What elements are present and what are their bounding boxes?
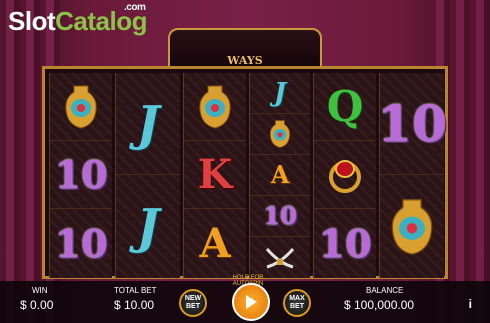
symbol-j: J [136,198,160,255]
logo-com: .com [124,2,146,13]
ruby-ring-icon [329,159,361,193]
max-bet-button[interactable]: MAX BET [283,289,311,317]
crossed-swords-icon [265,247,295,268]
symbol-a: A [250,155,310,196]
info-button[interactable]: i [469,297,472,311]
reel-1: 10 10 [49,73,112,278]
swords-symbol [250,237,310,278]
vase-icon [269,120,291,148]
ring-symbol [314,141,376,209]
symbol-10: 10 [54,220,108,266]
vase-icon [391,198,433,255]
vase-symbol [50,73,112,141]
symbol-10: 10 [318,220,372,266]
bottom-control-bar: WIN $ 0.00 TOTAL BET $ 10.00 NEW BET HOL… [0,275,490,323]
logo-part-1: Slot [8,6,56,36]
symbol-j: J [250,73,310,114]
symbol-q: Q [314,73,376,141]
slotcatalog-logo: SlotCatalog .com [8,2,147,37]
balance-value: $ 100,000.00 [344,298,415,312]
vase-icon [65,85,97,129]
new-bet-button[interactable]: NEW BET [179,289,207,317]
symbol-a: A [199,219,231,267]
vase-symbol [184,73,246,141]
symbol-10: 10 [377,73,447,175]
reels-frame: 10 10 J J K A J A 10 Q 10 10 [42,66,448,279]
vase-icon [199,85,231,129]
play-icon [246,295,257,309]
total-bet-label: TOTAL BET [114,286,157,295]
vase-symbol [250,114,310,155]
spin-button[interactable] [232,283,270,321]
reel-6: 10 [377,73,447,278]
balance-label: BALANCE [366,286,404,295]
reel-3: K A [183,73,246,278]
symbol-j: J [116,73,180,175]
reel-5: Q 10 [313,73,376,278]
symbol-10: 10 [250,196,310,237]
symbol-10: 10 [50,141,112,209]
reel-4: J A 10 [249,73,310,278]
total-bet-value: $ 10.00 [114,298,155,312]
win-value: $ 0.00 [20,298,54,312]
vase-symbol [380,175,444,278]
win-label: WIN [32,286,48,295]
symbol-k: K [184,141,246,209]
reel-2: J J [115,73,180,278]
